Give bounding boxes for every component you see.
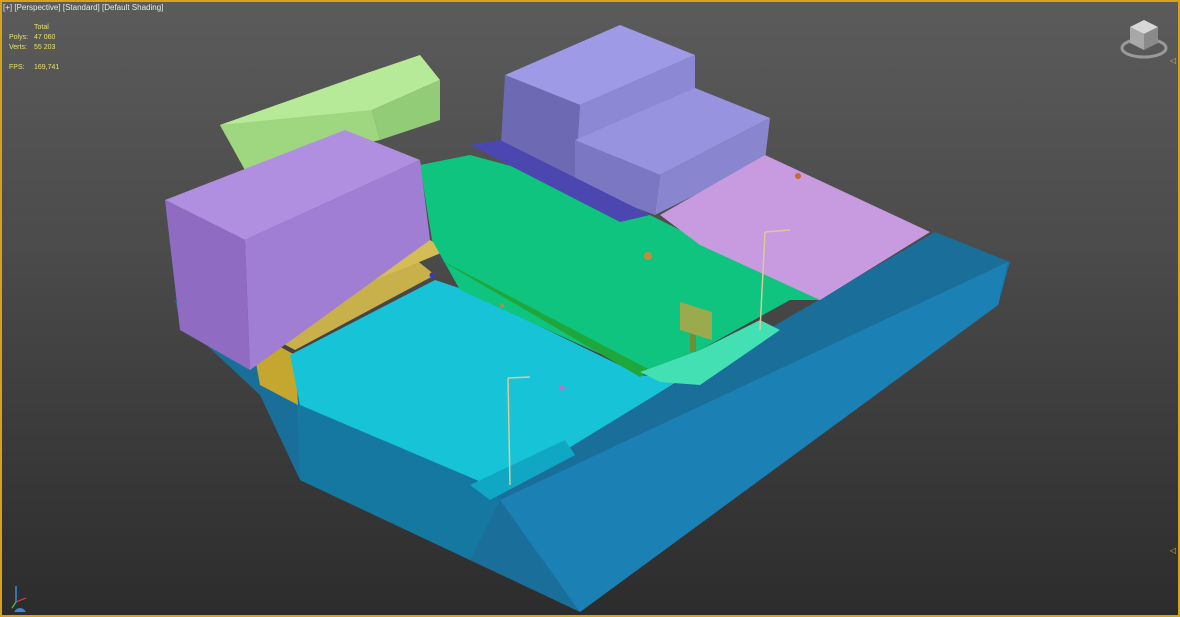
viewport-style-menu[interactable]: [Standard] [63,3,100,12]
prop-blue-dot [429,272,435,278]
perspective-viewport[interactable]: [+] [Perspective] [Standard] [Default Sh… [0,0,1180,617]
statistics-overlay: Total Polys: 47 060 Verts: 55 203 FPS: 1… [9,23,59,73]
stats-verts-label: Verts: [9,44,27,51]
stats-fps-label: FPS: [9,64,25,71]
axis-tripod-icon [11,586,27,612]
stats-polys-label: Polys: [9,34,29,41]
viewcube-icon[interactable] [1118,14,1170,64]
scene-geometry[interactable] [0,0,1180,617]
stats-fps-value: 169,741 [34,64,60,71]
prop-pink-dot [559,385,565,391]
street-lamp-left-arm [507,376,531,379]
viewport-bracket-bottom-icon: ◁ [1170,546,1177,555]
stats-total-header: Total [34,24,49,31]
viewport-plus-menu[interactable]: [+] [3,3,12,12]
stats-verts-value: 55 203 [34,44,56,51]
prop-orange-lawn [644,252,652,260]
viewport-label-menu[interactable]: [+] [Perspective] [Standard] [Default Sh… [3,3,163,12]
viewport-shading-menu[interactable]: [Default Shading] [102,3,163,12]
prop-brown-dot [500,304,504,308]
viewport-view-menu[interactable]: [Perspective] [14,3,60,12]
prop-orange-lot [795,173,801,179]
stats-polys-value: 47 060 [34,34,56,41]
viewport-bracket-top-icon: ◁ [1170,56,1177,65]
